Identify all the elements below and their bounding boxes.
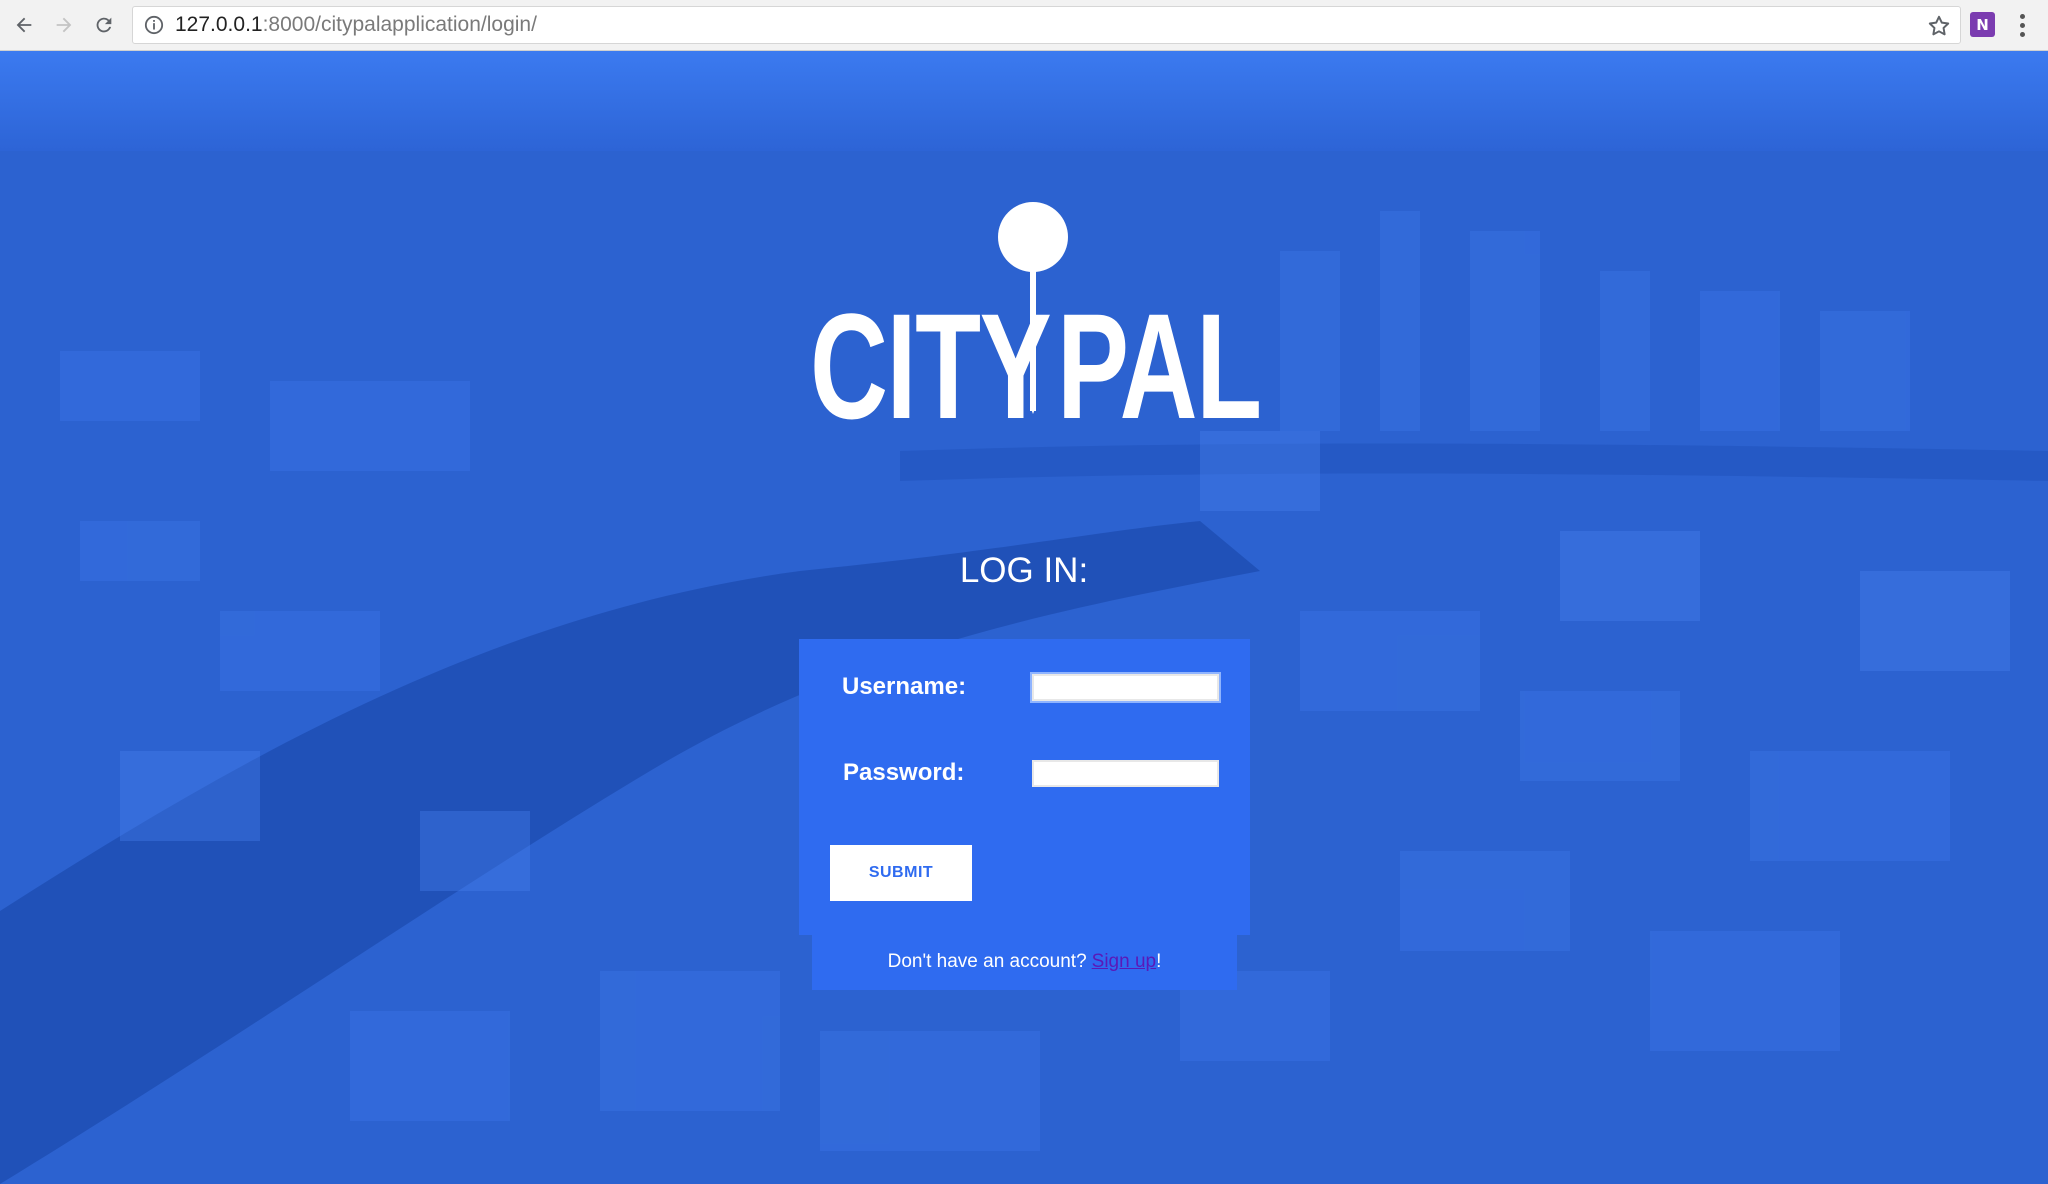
- login-form: Username: Password: SUBMIT: [799, 639, 1250, 935]
- logo-text-pal: PAL: [1057, 282, 1262, 450]
- info-icon[interactable]: [143, 14, 165, 36]
- password-label: Password:: [843, 759, 965, 786]
- signup-link[interactable]: Sign up: [1092, 951, 1156, 973]
- reload-icon[interactable]: [88, 9, 120, 41]
- onenote-extension-icon[interactable]: N: [1970, 12, 1995, 37]
- url-text: 127.0.0.1:8000/citypalapplication/login/: [175, 13, 537, 37]
- username-input[interactable]: [1032, 674, 1219, 701]
- extension-label: N: [1976, 15, 1989, 34]
- browser-menu-icon[interactable]: [2010, 10, 2034, 40]
- password-input[interactable]: [1032, 760, 1219, 787]
- citypal-logo: CITY PAL: [810, 201, 1262, 441]
- signup-prompt-text: Don't have an account?: [887, 951, 1087, 972]
- back-icon[interactable]: [8, 9, 40, 41]
- login-heading: LOG IN:: [959, 551, 1089, 590]
- browser-toolbar: 127.0.0.1:8000/citypalapplication/login/…: [0, 0, 2048, 51]
- bookmark-star-icon[interactable]: [1926, 13, 1952, 39]
- login-page: CITY PAL LOG IN: Username: Password: SUB…: [0, 51, 2048, 1184]
- url-path: :8000/citypalapplication/login/: [262, 13, 537, 36]
- username-label: Username:: [842, 673, 967, 700]
- forward-icon[interactable]: [48, 9, 80, 41]
- signup-prompt: Don't have an account? Sign up !: [812, 934, 1237, 990]
- signup-suffix: !: [1156, 951, 1162, 972]
- submit-button[interactable]: SUBMIT: [830, 845, 972, 901]
- address-bar[interactable]: 127.0.0.1:8000/citypalapplication/login/: [132, 6, 1961, 44]
- url-host: 127.0.0.1: [175, 13, 263, 36]
